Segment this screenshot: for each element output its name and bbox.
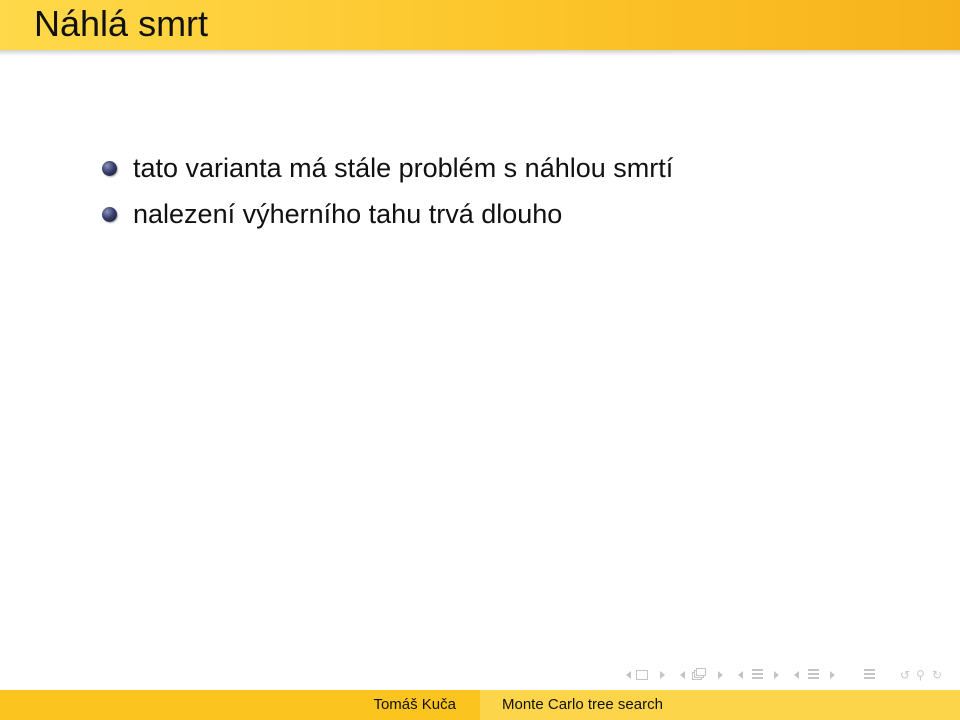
next-document-arrow-icon[interactable] [830, 671, 835, 679]
frame-title-bar: Náhlá smrt [0, 0, 960, 50]
footer-author: Tomáš Kuča [373, 696, 456, 713]
previous-document-arrow-icon[interactable] [794, 671, 799, 679]
ball-bullet-icon [102, 207, 117, 222]
footer-author-box: Tomáš Kuča [0, 690, 480, 720]
back-icon[interactable]: ↺ [900, 664, 910, 686]
section-icon[interactable] [752, 669, 763, 680]
footer: Tomáš Kuča Monte Carlo tree search [0, 690, 960, 720]
next-subsection-arrow-icon[interactable] [718, 671, 723, 679]
list-item-text: tato varianta má stále problém s náhlou … [133, 153, 674, 183]
title-bar-shadow [0, 50, 960, 56]
search-icon[interactable]: ⚲ [916, 664, 925, 686]
ball-bullet-icon [102, 161, 117, 176]
next-section-arrow-icon[interactable] [774, 671, 779, 679]
slide-frame-icon[interactable] [636, 670, 648, 680]
previous-section-arrow-icon[interactable] [738, 671, 743, 679]
forward-search-icon[interactable]: ↻ [932, 664, 942, 686]
slide-title: Náhlá smrt [34, 3, 209, 44]
subsection-icon[interactable] [692, 668, 706, 680]
footer-title-box: Monte Carlo tree search [480, 690, 960, 720]
next-slide-arrow-icon[interactable] [660, 671, 665, 679]
document-icon[interactable] [808, 669, 819, 680]
list-item-text: nalezení výherního tahu trvá dlouho [133, 199, 563, 229]
previous-slide-arrow-icon[interactable] [626, 671, 631, 679]
beamer-navigation-bar: ↺ ⚲ ↻ [624, 664, 954, 686]
previous-subsection-arrow-icon[interactable] [680, 671, 685, 679]
appendix-icon[interactable] [864, 669, 875, 680]
footer-presentation-title: Monte Carlo tree search [502, 696, 663, 713]
